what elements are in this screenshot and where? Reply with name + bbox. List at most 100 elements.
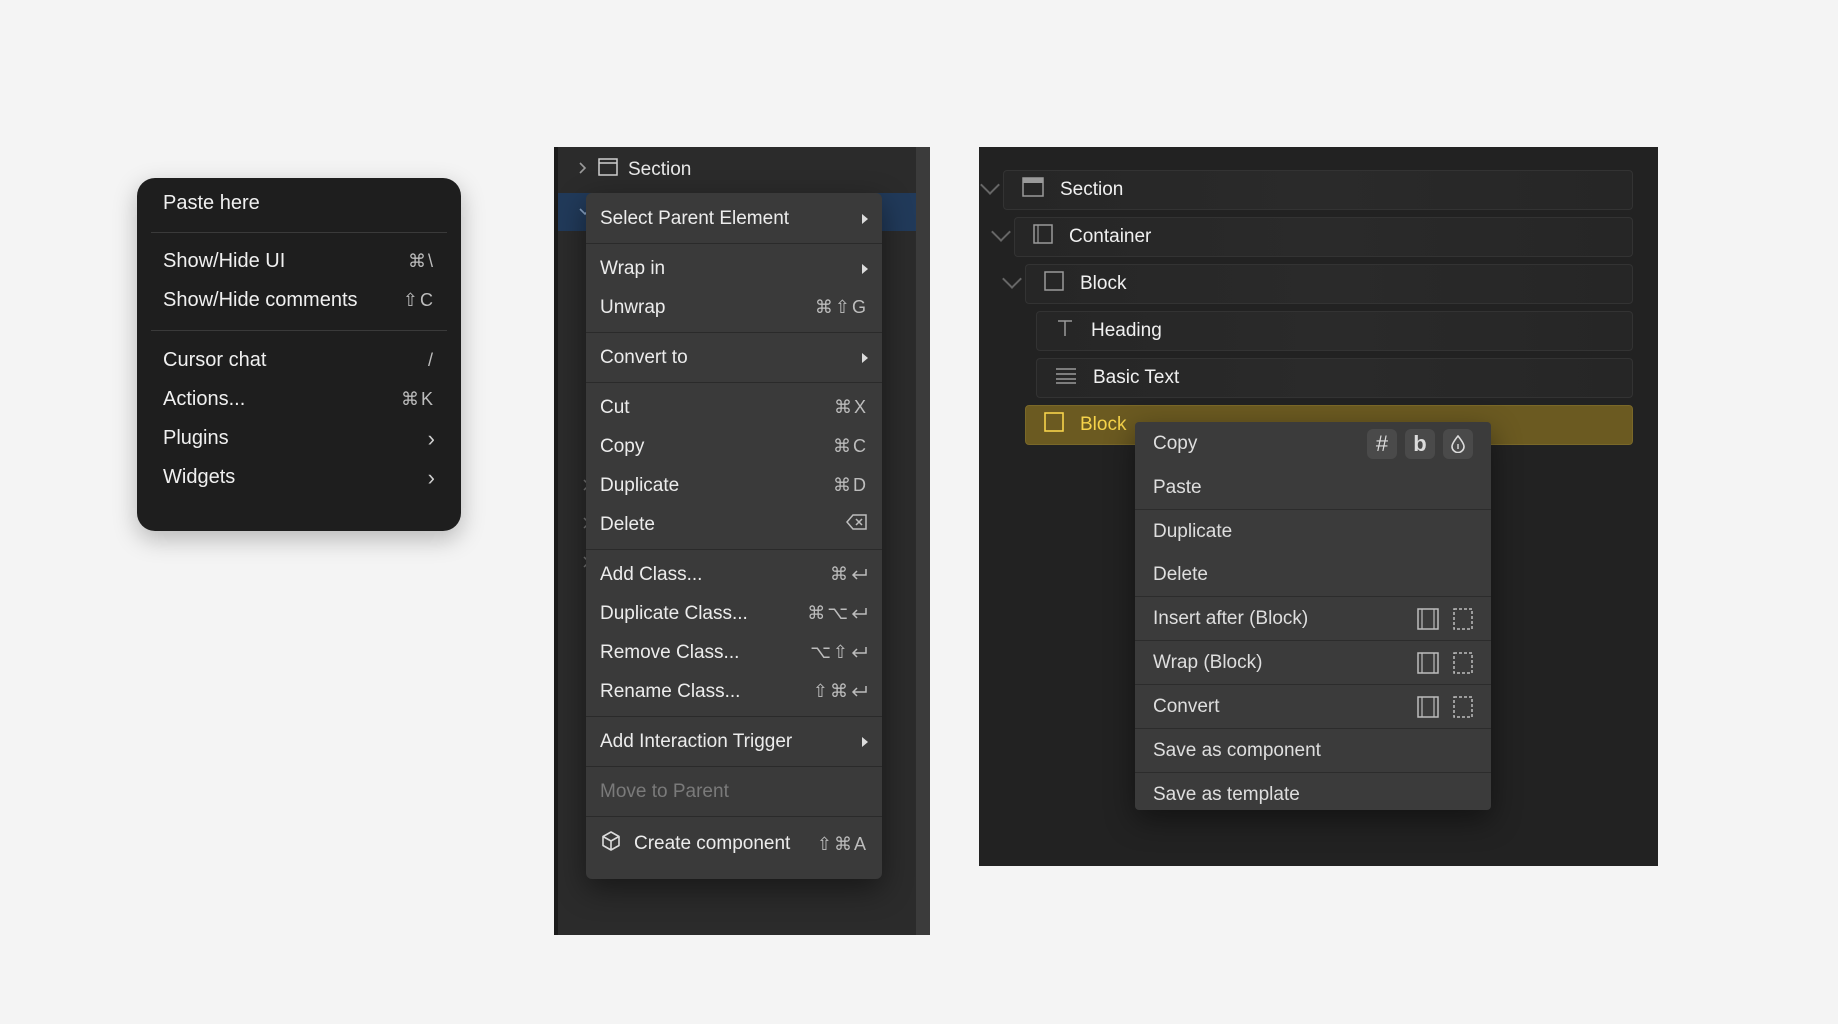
menu-item-label: Insert after (Block) [1153,607,1309,629]
menu-item-label: Move to Parent [600,780,729,802]
menu-item-plugins[interactable]: Plugins › [163,419,435,458]
menu-divider [586,332,882,333]
tree-row-container[interactable]: Container [1014,217,1633,257]
return-icon [851,608,867,619]
menu-item-show-hide-ui[interactable]: Show/Hide UI ⌘\ [163,242,435,281]
container-icon[interactable] [1417,651,1439,674]
menu-item-show-hide-comments[interactable]: Show/Hide comments ⇧C [163,281,435,320]
chevron-down-icon[interactable] [1002,269,1022,289]
component-box-icon [600,830,622,858]
wrap-options [1417,651,1473,674]
menu-item-label: Rename Class... [600,680,741,702]
chevron-right-icon[interactable] [578,161,588,180]
container-icon[interactable] [1417,607,1439,630]
menu-item-create-component[interactable]: Create component ⇧⌘A [586,822,882,866]
chevron-down-icon[interactable] [991,222,1011,242]
menu-item-duplicate[interactable]: Duplicate [1135,510,1491,553]
context-menu-element: Select Parent Element Wrap in Unwrap ⌘⇧G… [586,193,882,879]
menu-item-cut[interactable]: Cut ⌘X [586,388,882,427]
menu-item-paste[interactable]: Paste [1135,466,1491,509]
menu-item-label: Save as component [1153,739,1321,761]
menu-item-label: Wrap (Block) [1153,651,1263,673]
submenu-arrow-icon [862,352,868,363]
menu-item-label: Delete [600,513,655,535]
submenu-arrow-icon [862,263,868,274]
menu-item-label: Convert [1153,695,1220,717]
menu-item-select-parent[interactable]: Select Parent Element [586,199,882,238]
menu-item-actions[interactable]: Actions... ⌘K [163,380,435,419]
tree-row-label: Section [1060,179,1124,200]
menu-item-duplicate[interactable]: Duplicate ⌘D [586,466,882,505]
menu-item-cursor-chat[interactable]: Cursor chat / [163,341,435,380]
menu-item-label: Save as template [1153,783,1300,805]
return-icon [851,569,867,580]
tree-row-section[interactable]: Section [1003,170,1633,210]
menu-item-label: Remove Class... [600,641,740,663]
nav-row-label: Section [628,159,692,180]
menu-item-delete[interactable]: Delete [586,505,882,544]
menu-item-label: Delete [1153,563,1208,585]
shortcut-label: ⇧C [402,290,435,310]
submenu-arrow-icon [862,736,868,747]
block-dashed-icon[interactable] [1453,651,1473,674]
chevron-right-icon: › [427,425,435,451]
container-icon [1033,224,1053,250]
block-dashed-icon[interactable] [1453,695,1473,718]
tree-row-heading[interactable]: Heading [1036,311,1633,351]
shortcut-shift-cmd-return: ⇧⌘ [813,681,868,702]
menu-item-label: Show/Hide comments [163,289,358,311]
menu-item-save-template[interactable]: Save as template [1135,773,1491,816]
tree-row-basic-text[interactable]: Basic Text [1036,358,1633,398]
drop-icon-button[interactable] [1443,429,1473,459]
menu-item-convert[interactable]: Convert [1135,685,1491,728]
block-icon [1044,271,1064,297]
chevron-down-icon[interactable] [980,175,1000,195]
shortcut-label: ⌘⇧G [814,297,868,317]
tree-row-label: Block [1080,273,1127,294]
menu-item-copy[interactable]: Copy ⌘C [586,427,882,466]
nav-row-section[interactable]: Section [558,147,916,193]
menu-item-add-class[interactable]: Add Class... ⌘ [586,555,882,594]
menu-divider [586,816,882,817]
menu-item-insert-after[interactable]: Insert after (Block) [1135,597,1491,640]
return-icon [851,647,867,658]
menu-item-add-interaction[interactable]: Add Interaction Trigger [586,722,882,761]
menu-item-move-to-parent[interactable]: Move to Parent [586,772,882,811]
block-dashed-icon[interactable] [1453,607,1473,630]
tree-row-label: Heading [1091,320,1162,341]
tree-row-label: Container [1069,226,1152,247]
shortcut-label: ⌘X [833,397,868,417]
menu-item-label: Add Class... [600,563,703,585]
menu-item-unwrap[interactable]: Unwrap ⌘⇧G [586,288,882,327]
menu-item-label: Show/Hide UI [163,250,286,272]
menu-divider [586,243,882,244]
menu-item-paste-here[interactable]: Paste here [163,184,435,223]
menu-item-label: Paste [1153,476,1202,498]
container-icon[interactable] [1417,695,1439,718]
menu-item-label: Duplicate [1153,520,1233,542]
menu-item-label: Unwrap [600,296,666,318]
context-menu-canvas: Paste here Show/Hide UI ⌘\ Show/Hide com… [137,178,461,531]
menu-item-save-component[interactable]: Save as component [1135,729,1491,772]
menu-divider [586,549,882,550]
menu-item-remove-class[interactable]: Remove Class... ⌥⇧ [586,633,882,672]
tree-row-block[interactable]: Block [1025,264,1633,304]
menu-item-label: Duplicate [600,474,680,496]
menu-item-label: Plugins [163,427,229,449]
shortcut-label: / [427,350,435,370]
text-t-icon [1055,318,1075,344]
shortcut-opt-shift-return: ⌥⇧ [810,642,868,663]
menu-item-duplicate-class[interactable]: Duplicate Class... ⌘⌥ [586,594,882,633]
menu-item-rename-class[interactable]: Rename Class... ⇧⌘ [586,672,882,711]
menu-item-widgets[interactable]: Widgets › [163,458,435,497]
menu-item-wrap-in[interactable]: Wrap in [586,249,882,288]
menu-divider [151,330,447,331]
menu-item-wrap[interactable]: Wrap (Block) [1135,641,1491,684]
menu-divider [586,382,882,383]
menu-item-delete[interactable]: Delete [1135,553,1491,596]
copy-b-button[interactable]: b [1405,429,1435,459]
copy-hash-button[interactable]: # [1367,429,1397,459]
shortcut-cmd-opt-return: ⌘⌥ [807,603,868,624]
menu-item-copy[interactable]: Copy # b [1135,422,1491,466]
menu-item-convert-to[interactable]: Convert to [586,338,882,377]
